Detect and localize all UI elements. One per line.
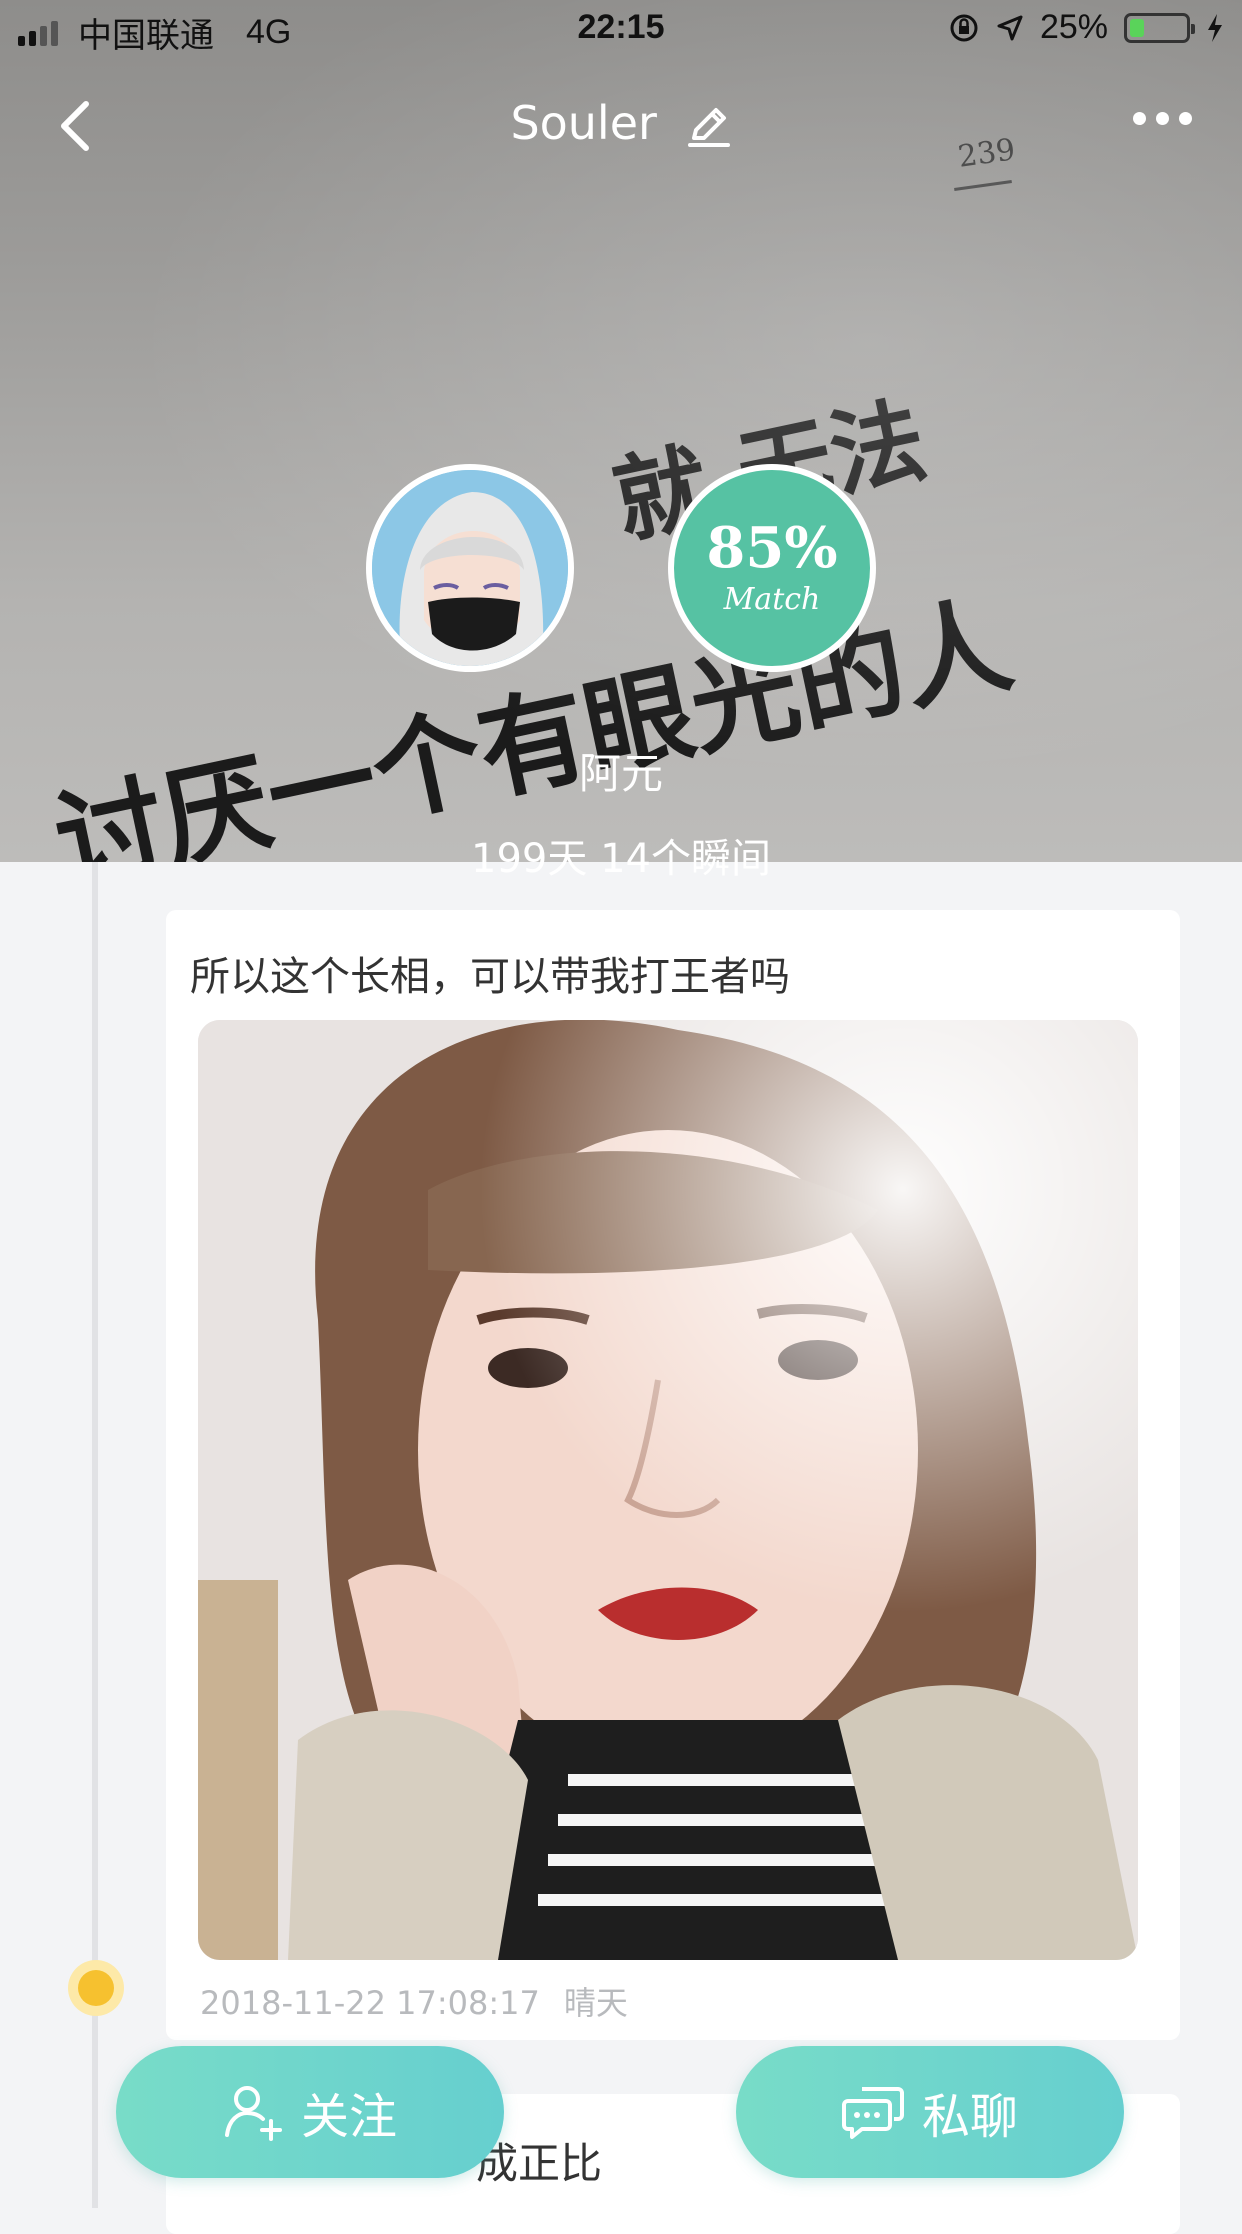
selfie-photo [198, 1020, 1138, 1960]
charging-icon [1208, 13, 1222, 42]
more-options-icon[interactable] [1133, 112, 1192, 125]
follow-label: 关注 [300, 2089, 397, 2145]
location-icon [997, 15, 1023, 40]
match-percent: 85% [706, 514, 838, 581]
post-weather: 晴天 [563, 1984, 628, 2022]
edit-icon[interactable] [686, 104, 732, 150]
status-bar: 中国联通 4G 22:15 25% [0, 0, 1242, 60]
sun-icon [68, 1960, 124, 2016]
nav-title[interactable]: Souler [0, 96, 1242, 150]
rotation-lock-icon [950, 14, 978, 41]
avatar-illustration [372, 470, 568, 666]
match-badge: 85% Match [668, 464, 876, 672]
post-date: 2018-11-22 17:08:17 [200, 1984, 540, 2022]
battery-percent: 25% [1039, 8, 1108, 46]
battery-icon [1124, 12, 1195, 43]
status-right: 25% [948, 8, 1224, 47]
profile-name: 阿元 [578, 749, 663, 798]
match-label: Match [723, 581, 821, 617]
chat-label: 私聊 [921, 2089, 1018, 2145]
post-text: 所以这个长相，可以带我打王者吗 [190, 954, 790, 1000]
follow-button[interactable]: 关注 [116, 2046, 504, 2178]
username-title: Souler [510, 96, 657, 150]
post-photo[interactable] [198, 1020, 1138, 1960]
profile-stats: 199天 14个瞬间 [471, 836, 771, 882]
post-card[interactable]: 所以这个长相，可以带我打王者吗 2018-11-22 17:08:17 晴天 [166, 910, 1180, 2040]
post-meta: 2018-11-22 17:08:17 晴天 [200, 1978, 628, 2024]
private-chat-button[interactable]: 私聊 [736, 2046, 1124, 2178]
cover-underline [954, 179, 1012, 192]
add-user-icon [224, 2086, 282, 2141]
chat-bubble-icon [841, 2087, 904, 2139]
avatar[interactable] [366, 464, 574, 672]
